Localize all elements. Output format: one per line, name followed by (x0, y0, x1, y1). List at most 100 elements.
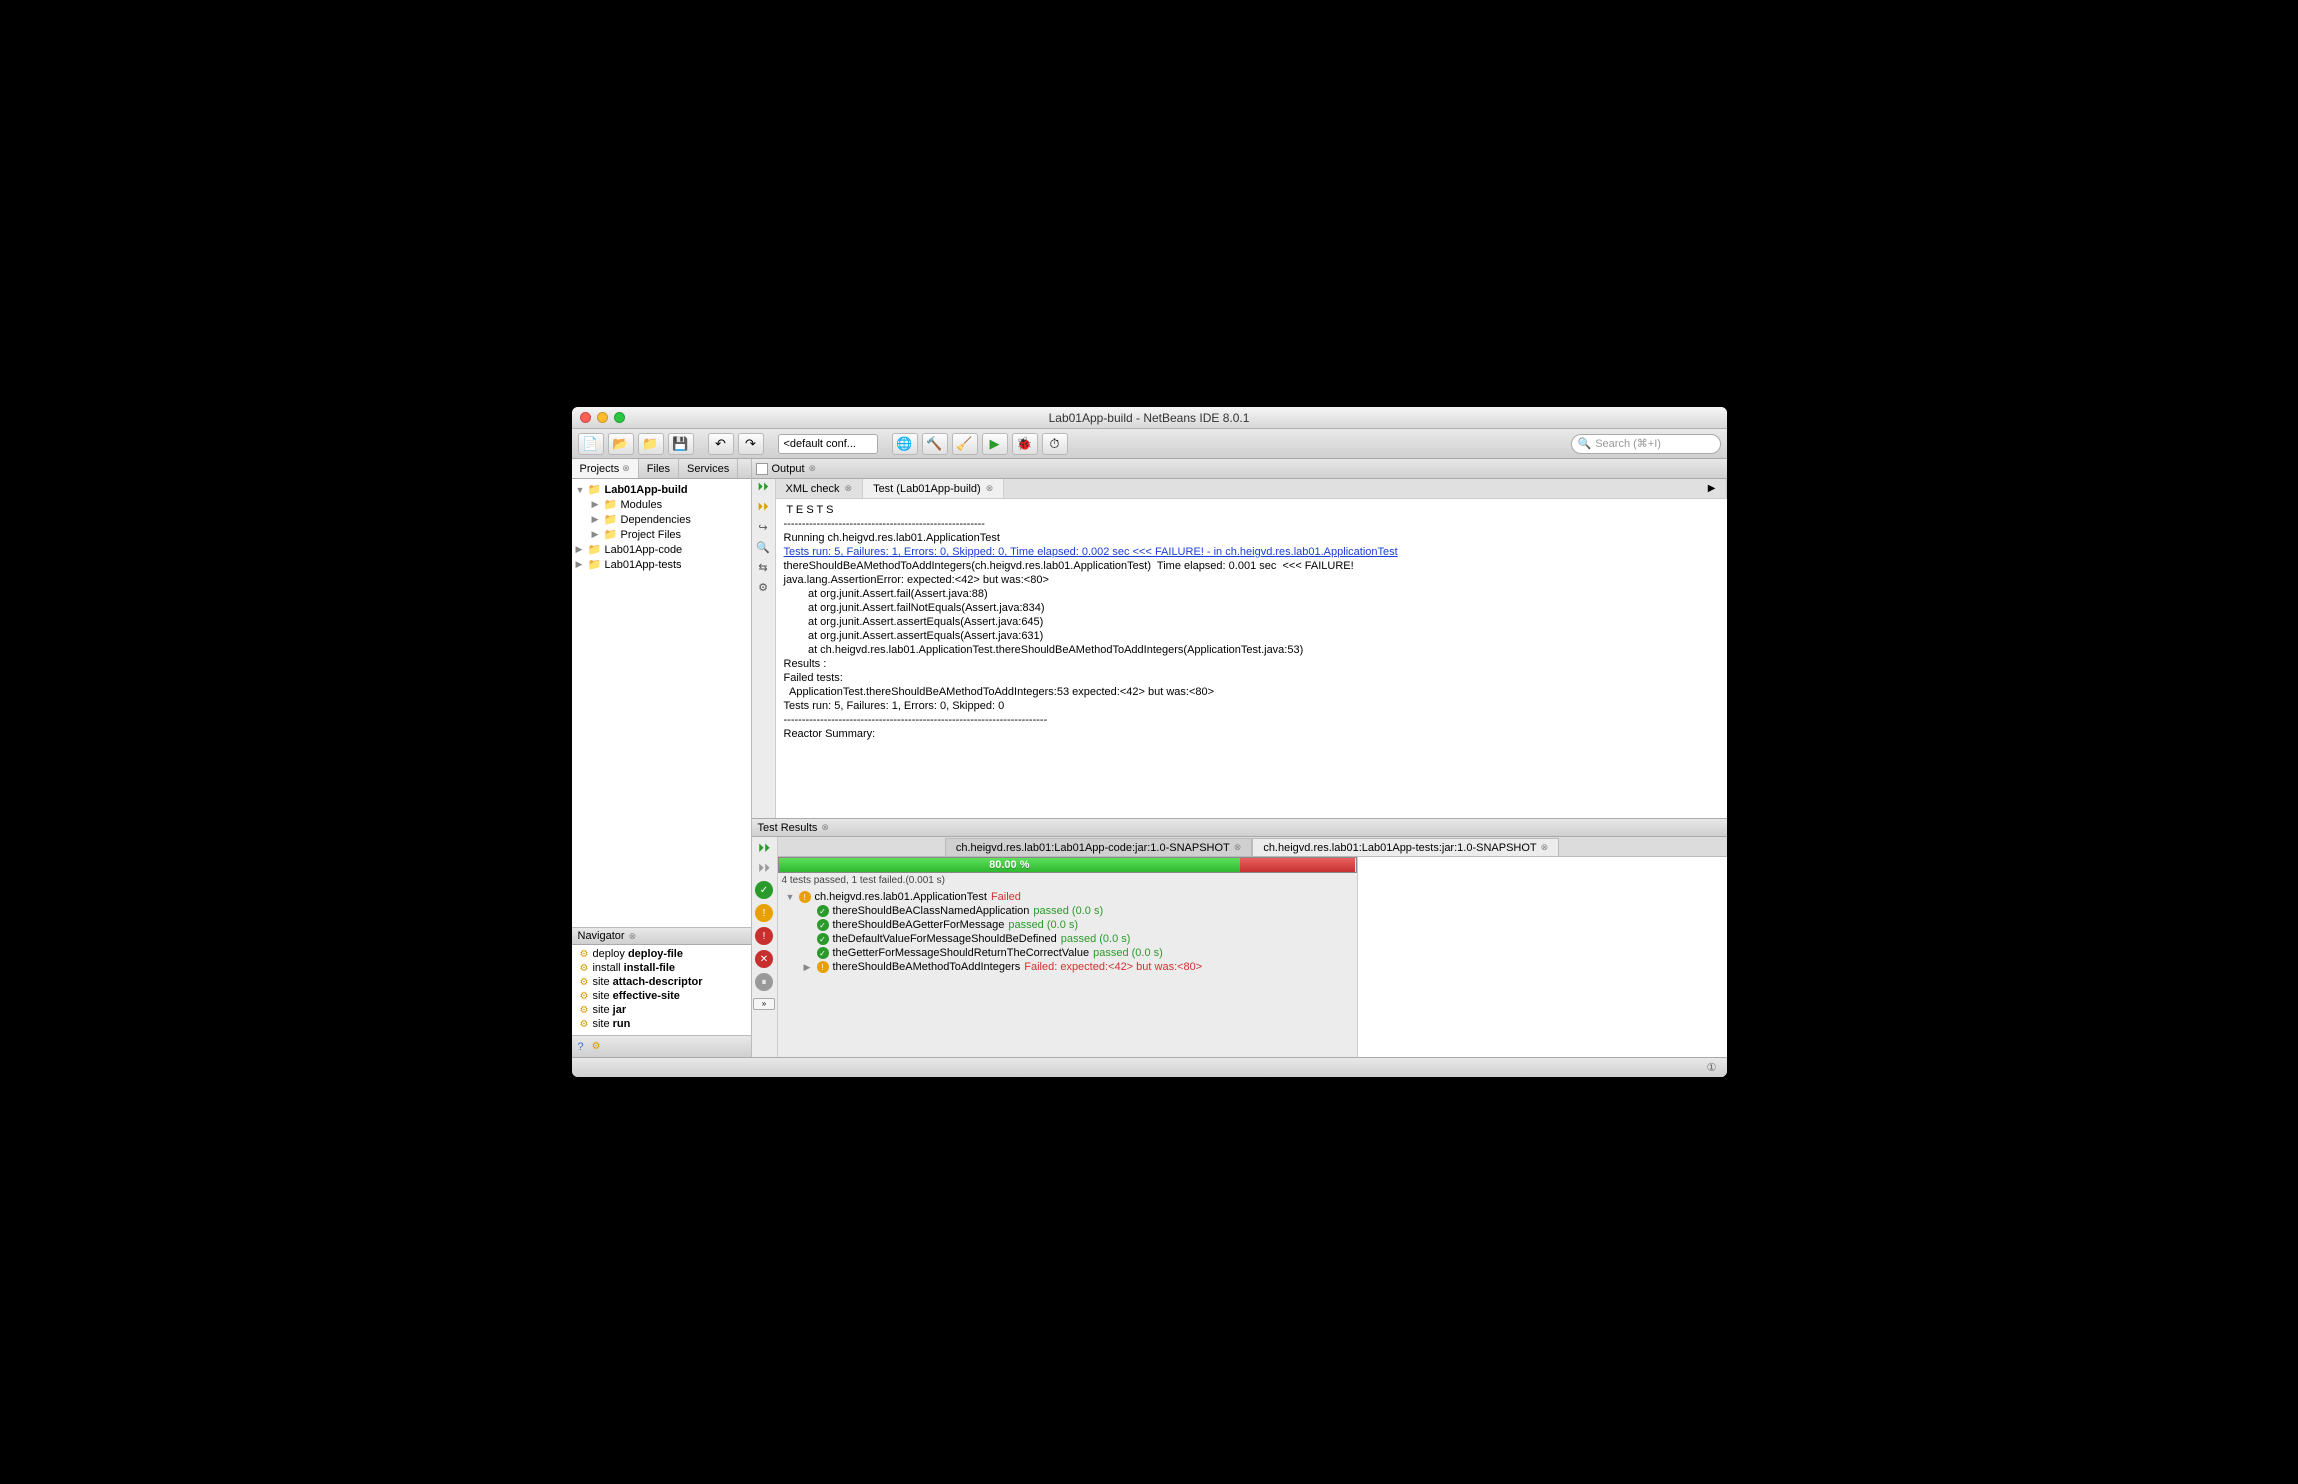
tree-node[interactable]: ▼📁Lab01App-build (572, 482, 751, 497)
filter-icon[interactable]: ⚙ (592, 1041, 601, 1052)
output-tab[interactable]: Test (Lab01App-build) ⊗ (863, 479, 1004, 498)
tree-label: Lab01App-build (605, 484, 688, 496)
disclosure-icon[interactable]: ▶ (592, 499, 601, 510)
redo-button[interactable]: ↷ (738, 433, 764, 455)
navigator-item[interactable]: ⚙site jar (572, 1003, 751, 1017)
close-icon[interactable]: ⊗ (986, 483, 994, 494)
clean-build-button[interactable]: 🔨 (922, 433, 948, 455)
show-failed-icon[interactable]: ! (755, 927, 773, 945)
test-tree-node[interactable]: ✓theDefaultValueForMessageShouldBeDefine… (778, 932, 1357, 946)
rerun-failed-icon[interactable]: ⏵⏵ (758, 861, 770, 876)
disclosure-icon[interactable]: ▶ (576, 544, 585, 555)
navigator-item[interactable]: ⚙site attach-descriptor (572, 975, 751, 989)
test-status: passed (0.0 s) (1008, 919, 1078, 931)
tree-node[interactable]: ▶📁Modules (572, 497, 751, 512)
test-tree[interactable]: ▼!ch.heigvd.res.lab01.ApplicationTest Fa… (778, 888, 1357, 1057)
rerun-icon[interactable]: ⏵⏵ (758, 841, 770, 856)
close-icon[interactable]: ⊗ (1541, 842, 1549, 853)
disclosure-icon[interactable]: ▶ (576, 559, 585, 570)
console-line: Results : (784, 657, 1719, 671)
gear-icon: ⚙ (580, 991, 589, 1002)
tree-node[interactable]: ▶📁Dependencies (572, 512, 751, 527)
run-button[interactable]: ▶ (982, 433, 1008, 455)
tree-node[interactable]: ▶📁Lab01App-tests (572, 557, 751, 572)
gear-icon: ⚙ (580, 963, 589, 974)
show-warn-icon[interactable]: ! (755, 904, 773, 922)
profile-button[interactable]: ⏱ (1042, 433, 1068, 455)
test-tree-node[interactable]: ✓thereShouldBeAClassNamedApplication pas… (778, 904, 1357, 918)
show-passed-icon[interactable]: ✓ (755, 881, 773, 899)
config-dropdown[interactable]: <default conf... (778, 434, 878, 454)
notifications-icon[interactable]: ① (1707, 1061, 1717, 1074)
tree-node[interactable]: ▶📁Project Files (572, 527, 751, 542)
test-tree-node[interactable]: ✓thereShouldBeAGetterForMessage passed (… (778, 918, 1357, 932)
output-header: Output ⊗ (752, 459, 1727, 479)
disclosure-icon[interactable]: ▼ (576, 485, 585, 495)
config-label: <default conf... (784, 438, 856, 450)
test-results-header: Test Results ⊗ (752, 819, 1727, 837)
console-line[interactable]: Tests run: 5, Failures: 1, Errors: 0, Sk… (784, 545, 1719, 559)
stop-icon[interactable]: ↪ (755, 521, 771, 537)
close-icon[interactable]: ⊗ (845, 483, 853, 494)
test-tree-node[interactable]: ▼!ch.heigvd.res.lab01.ApplicationTest Fa… (778, 890, 1357, 904)
left-tab-projects[interactable]: Projects ⊗ (572, 459, 639, 478)
find-icon[interactable]: 🔍 (755, 541, 771, 557)
build-button[interactable]: 🌐 (892, 433, 918, 455)
test-details (1358, 857, 1727, 1057)
new-file-button[interactable]: 📄 (578, 433, 604, 455)
clean-button[interactable]: 🧹 (952, 433, 978, 455)
rerun-icon[interactable]: ⏵⏵ (755, 481, 771, 497)
navigator-list[interactable]: ⚙deploy deploy-file⚙install install-file… (572, 945, 751, 1035)
test-tree-node[interactable]: ✓theGetterForMessageShouldReturnTheCorre… (778, 946, 1357, 960)
close-icon[interactable]: ⊗ (1234, 842, 1242, 853)
close-icon[interactable]: ⊗ (821, 822, 829, 833)
show-skipped-icon[interactable]: ⏸ (755, 973, 773, 991)
close-icon[interactable]: ⊗ (809, 463, 817, 474)
debug-button[interactable]: 🐞 (1012, 433, 1038, 455)
undo-button[interactable]: ↶ (708, 433, 734, 455)
close-icon[interactable]: ⊗ (629, 931, 637, 942)
console-line: Tests run: 5, Failures: 1, Errors: 0, Sk… (784, 699, 1719, 713)
search-icon: 🔍 (1578, 437, 1592, 450)
expand-button[interactable]: » (752, 996, 780, 1012)
wrap-icon[interactable]: ⇆ (755, 561, 771, 577)
console-line: Running ch.heigvd.res.lab01.ApplicationT… (784, 531, 1719, 545)
console-line: ----------------------------------------… (784, 517, 1719, 531)
navigator-item[interactable]: ⚙install install-file (572, 961, 751, 975)
test-tree-node[interactable]: ▶!thereShouldBeAMethodToAddIntegers Fail… (778, 960, 1357, 974)
disclosure-icon[interactable]: ▼ (786, 892, 795, 902)
warn-icon: ! (799, 891, 811, 903)
gear-icon: ⚙ (580, 977, 589, 988)
disclosure-icon[interactable]: ▶ (592, 529, 601, 540)
tree-node[interactable]: ▶📁Lab01App-code (572, 542, 751, 557)
output-console[interactable]: T E S T S-------------------------------… (776, 499, 1727, 818)
rerun-failed-icon[interactable]: ⏵⏵ (755, 501, 771, 517)
test-name: theDefaultValueForMessageShouldBeDefined (833, 933, 1057, 945)
test-name: thereShouldBeAGetterForMessage (833, 919, 1005, 931)
open-button[interactable]: 📁 (638, 433, 664, 455)
navigator-item[interactable]: ⚙site effective-site (572, 989, 751, 1003)
new-project-button[interactable]: 📂 (608, 433, 634, 455)
left-tab-services[interactable]: Services (679, 459, 738, 478)
project-tree[interactable]: ▼📁Lab01App-build▶📁Modules▶📁Dependencies▶… (572, 479, 751, 927)
chevron-right-icon[interactable]: ▶ (1708, 483, 1716, 494)
navigator-item[interactable]: ⚙deploy deploy-file (572, 947, 751, 961)
navigator-item[interactable]: ⚙site run (572, 1017, 751, 1031)
progress-pass: 80.00 % (779, 858, 1241, 872)
output-title: Output (772, 463, 805, 475)
test-results-tab[interactable]: ch.heigvd.res.lab01:Lab01App-code:jar:1.… (945, 838, 1252, 856)
help-icon[interactable]: ? (578, 1041, 584, 1053)
test-results-tab[interactable]: ch.heigvd.res.lab01:Lab01App-tests:jar:1… (1252, 838, 1559, 856)
search-box[interactable]: 🔍 Search (⌘+I) (1571, 434, 1721, 454)
disclosure-icon[interactable]: ▶ (804, 962, 813, 973)
settings-icon[interactable]: ⚙ (755, 581, 771, 597)
show-error-icon[interactable]: ✕ (755, 950, 773, 968)
save-all-button[interactable]: 💾 (668, 433, 694, 455)
output-tab[interactable]: XML check ⊗ (776, 479, 864, 498)
left-tab-files[interactable]: Files (639, 459, 679, 478)
gear-icon: ⚙ (580, 949, 589, 960)
disclosure-icon[interactable]: ▶ (592, 514, 601, 525)
folder-icon: 📁 (588, 483, 602, 496)
close-icon[interactable]: ⊗ (622, 463, 630, 474)
gear-icon: ⚙ (580, 1019, 589, 1030)
